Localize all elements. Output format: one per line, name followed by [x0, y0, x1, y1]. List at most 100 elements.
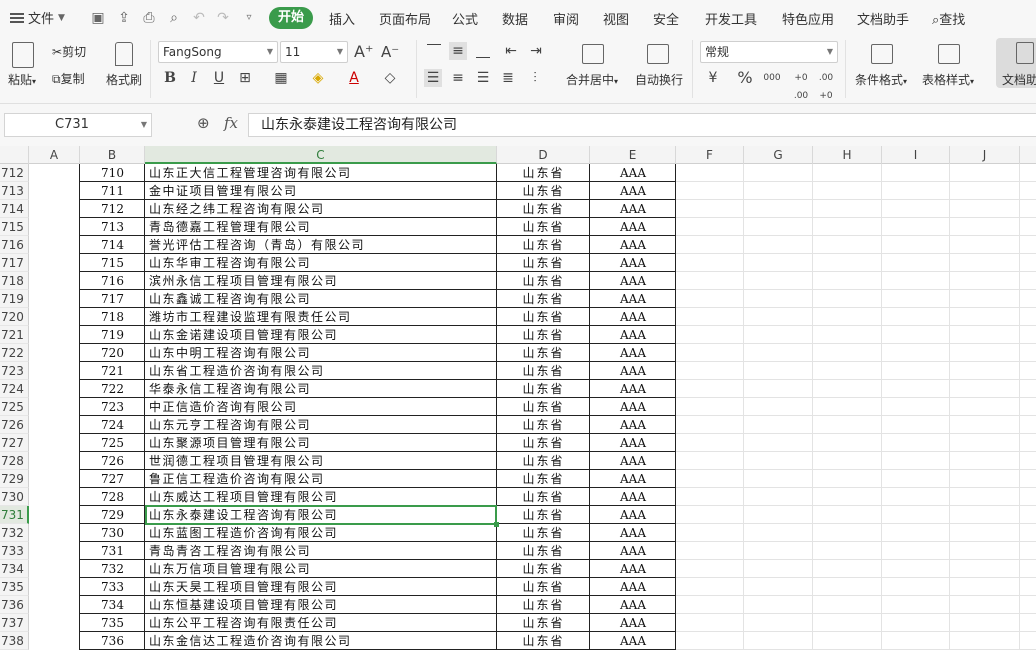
cell-rating[interactable]: AAA	[590, 236, 676, 254]
format-painter-icon[interactable]	[115, 42, 133, 66]
cell-rating[interactable]: AAA	[590, 470, 676, 488]
fill-color-icon[interactable]: ◈	[309, 69, 327, 87]
print-icon[interactable]: ⎙	[141, 10, 157, 26]
cell-company-name[interactable]: 山东华审工程咨询有限公司	[149, 254, 495, 272]
cell-company-name[interactable]: 山东中明工程咨询有限公司	[149, 344, 495, 362]
cell-serial[interactable]: 713	[80, 218, 145, 236]
cell-company-name[interactable]: 山东天昊工程项目管理有限公司	[149, 578, 495, 596]
cell-rating[interactable]: AAA	[590, 542, 676, 560]
cell-serial[interactable]: 736	[80, 632, 145, 650]
row-header[interactable]: 725	[0, 398, 29, 416]
row-header[interactable]: 720	[0, 308, 29, 326]
cell-company-name[interactable]: 山东金诺建设项目管理有限公司	[149, 326, 495, 344]
merge-center-icon[interactable]	[582, 44, 604, 64]
row-header[interactable]: 727	[0, 434, 29, 452]
align-center-icon[interactable]: ≡	[449, 69, 467, 87]
cell-serial[interactable]: 720	[80, 344, 145, 362]
name-box[interactable]: C731 ▼	[4, 113, 152, 137]
tab-home[interactable]: 开始	[269, 7, 313, 29]
row-header[interactable]: 731	[0, 506, 29, 524]
file-menu[interactable]: 文件 ▼	[10, 8, 65, 27]
tab-page-layout[interactable]: 页面布局	[379, 9, 431, 28]
cell-serial[interactable]: 710	[80, 164, 145, 182]
paste-button[interactable]: 粘贴▾	[8, 71, 36, 88]
tab-insert[interactable]: 插入	[329, 9, 355, 28]
cell-company-name[interactable]: 青岛青咨工程咨询有限公司	[149, 542, 495, 560]
cell-serial[interactable]: 721	[80, 362, 145, 380]
row-header[interactable]: 732	[0, 524, 29, 542]
wrap-text-button[interactable]: 自动换行	[635, 71, 683, 88]
decrease-decimal-button[interactable]: .00 +0	[815, 69, 837, 105]
borders-icon[interactable]: ⊞	[236, 69, 254, 87]
column-header-j[interactable]: J	[950, 146, 1020, 164]
cell-company-name[interactable]: 金中证项目管理有限公司	[149, 182, 495, 200]
cell-company-name[interactable]: 山东省工程造价咨询有限公司	[149, 362, 495, 380]
row-header[interactable]: 721	[0, 326, 29, 344]
increase-font-icon[interactable]: A⁺	[354, 43, 373, 61]
cell-rating[interactable]: AAA	[590, 380, 676, 398]
number-format-select[interactable]: 常规 ▼	[700, 41, 838, 63]
column-header-a[interactable]: A	[29, 146, 80, 164]
doc-assistant-button[interactable]: 文档助	[996, 38, 1036, 88]
table-style-button[interactable]: 表格样式▾	[922, 71, 974, 88]
cell-rating[interactable]: AAA	[590, 452, 676, 470]
cell-rating[interactable]: AAA	[590, 344, 676, 362]
cell-rating[interactable]: AAA	[590, 272, 676, 290]
cell-serial[interactable]: 719	[80, 326, 145, 344]
cell-province[interactable]: 山东省	[497, 560, 590, 578]
cell-serial[interactable]: 711	[80, 182, 145, 200]
cell-rating[interactable]: AAA	[590, 200, 676, 218]
column-header-b[interactable]: B	[80, 146, 145, 164]
row-header[interactable]: 714	[0, 200, 29, 218]
cell-company-name[interactable]: 山东聚源项目管理有限公司	[149, 434, 495, 452]
cell-serial[interactable]: 725	[80, 434, 145, 452]
cell-rating[interactable]: AAA	[590, 578, 676, 596]
cell-province[interactable]: 山东省	[497, 614, 590, 632]
row-header[interactable]: 716	[0, 236, 29, 254]
cell-rating[interactable]: AAA	[590, 632, 676, 650]
row-header[interactable]: 738	[0, 632, 29, 650]
cell-rating[interactable]: AAA	[590, 254, 676, 272]
column-header-e[interactable]: E	[590, 146, 676, 164]
column-header-i[interactable]: I	[882, 146, 950, 164]
cell-rating[interactable]: AAA	[590, 596, 676, 614]
cell-rating[interactable]: AAA	[590, 362, 676, 380]
row-header[interactable]: 715	[0, 218, 29, 236]
cell-province[interactable]: 山东省	[497, 470, 590, 488]
cell-province[interactable]: 山东省	[497, 164, 590, 182]
column-header-g[interactable]: G	[744, 146, 813, 164]
row-header[interactable]: 713	[0, 182, 29, 200]
column-header-c[interactable]: C	[145, 146, 497, 164]
increase-decimal-button[interactable]: +0 .00	[790, 69, 812, 105]
cell-rating[interactable]: AAA	[590, 398, 676, 416]
cell-rating[interactable]: AAA	[590, 434, 676, 452]
zoom-icon[interactable]: ⊕	[197, 114, 210, 132]
currency-icon[interactable]: ¥	[704, 69, 722, 87]
cell-rating[interactable]: AAA	[590, 416, 676, 434]
cell-company-name[interactable]: 山东恒基建设项目管理有限公司	[149, 596, 495, 614]
tab-formulas[interactable]: 公式	[452, 9, 478, 28]
cell-province[interactable]: 山东省	[497, 200, 590, 218]
spreadsheet-grid[interactable]: ABCDEFGHIJ 712 710 山东正大信工程管理咨询有限公司 山东省 AAA 71…	[0, 146, 1036, 650]
row-header[interactable]: 723	[0, 362, 29, 380]
cell-company-name[interactable]: 青岛德嘉工程管理有限公司	[149, 218, 495, 236]
align-middle-icon[interactable]: ≡	[449, 42, 467, 60]
align-top-icon[interactable]: ⎺	[425, 42, 443, 60]
align-right-icon[interactable]: ☰	[474, 69, 492, 87]
column-header-f[interactable]: F	[676, 146, 744, 164]
cell-rating[interactable]: AAA	[590, 164, 676, 182]
underline-button[interactable]: U	[210, 69, 228, 87]
cell-company-name[interactable]: 华泰永信工程咨询有限公司	[149, 380, 495, 398]
row-header[interactable]: 724	[0, 380, 29, 398]
cell-province[interactable]: 山东省	[497, 290, 590, 308]
wrap-text-icon[interactable]	[647, 44, 669, 64]
row-header[interactable]: 734	[0, 560, 29, 578]
format-painter-button[interactable]: 格式刷	[106, 71, 142, 88]
cell-province[interactable]: 山东省	[497, 632, 590, 650]
cell-province[interactable]: 山东省	[497, 254, 590, 272]
cell-serial[interactable]: 735	[80, 614, 145, 632]
cell-serial[interactable]: 716	[80, 272, 145, 290]
cell-rating[interactable]: AAA	[590, 182, 676, 200]
tab-review[interactable]: 审阅	[553, 9, 579, 28]
select-all-corner[interactable]	[0, 146, 29, 164]
